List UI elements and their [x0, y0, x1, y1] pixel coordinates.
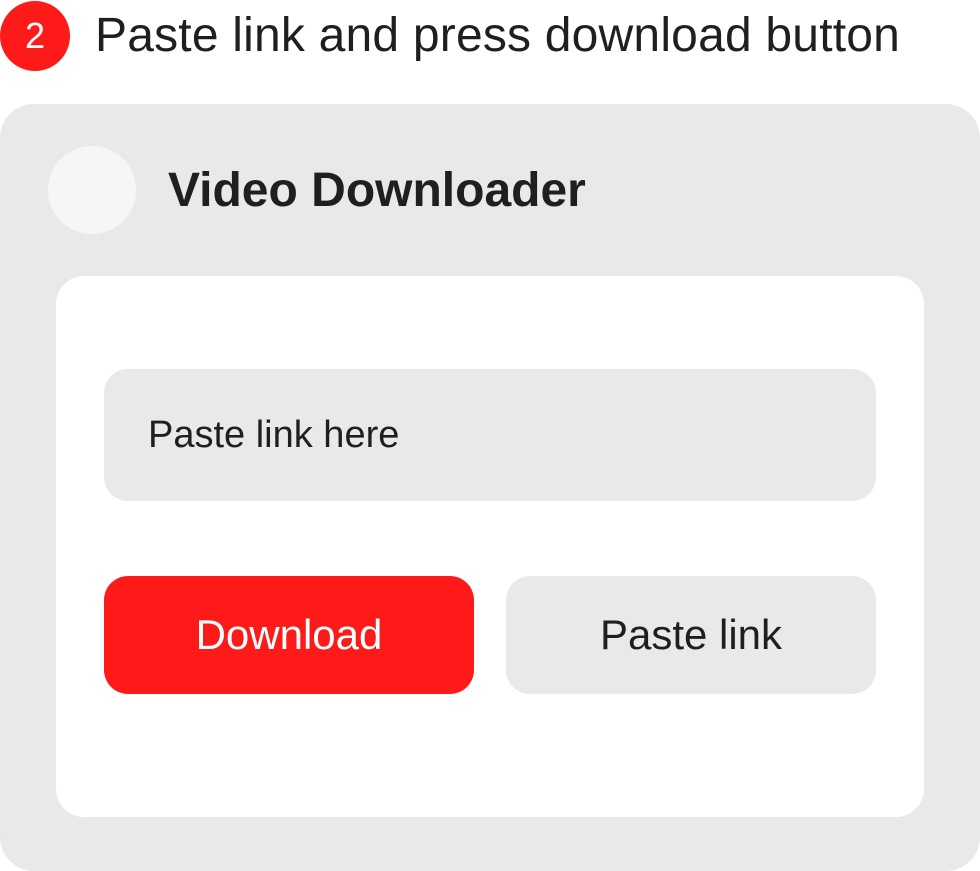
download-button[interactable]: Download: [104, 576, 474, 694]
step-number: 2: [24, 15, 46, 56]
step-title: Paste link and press download button: [95, 9, 901, 62]
paste-link-button[interactable]: Paste link: [506, 576, 876, 694]
app-logo-icon: [48, 146, 136, 234]
app-title: Video Downloader: [168, 164, 586, 217]
app-card: Video Downloader Download Paste link: [0, 104, 980, 871]
download-button-label: Download: [195, 611, 383, 658]
step-number-badge: 2: [0, 1, 70, 71]
paste-link-button-label: Paste link: [599, 611, 783, 658]
link-input[interactable]: [104, 369, 876, 501]
step-header: 2 Paste link and press download button: [0, 0, 900, 72]
downloader-panel: Download Paste link: [56, 276, 924, 817]
